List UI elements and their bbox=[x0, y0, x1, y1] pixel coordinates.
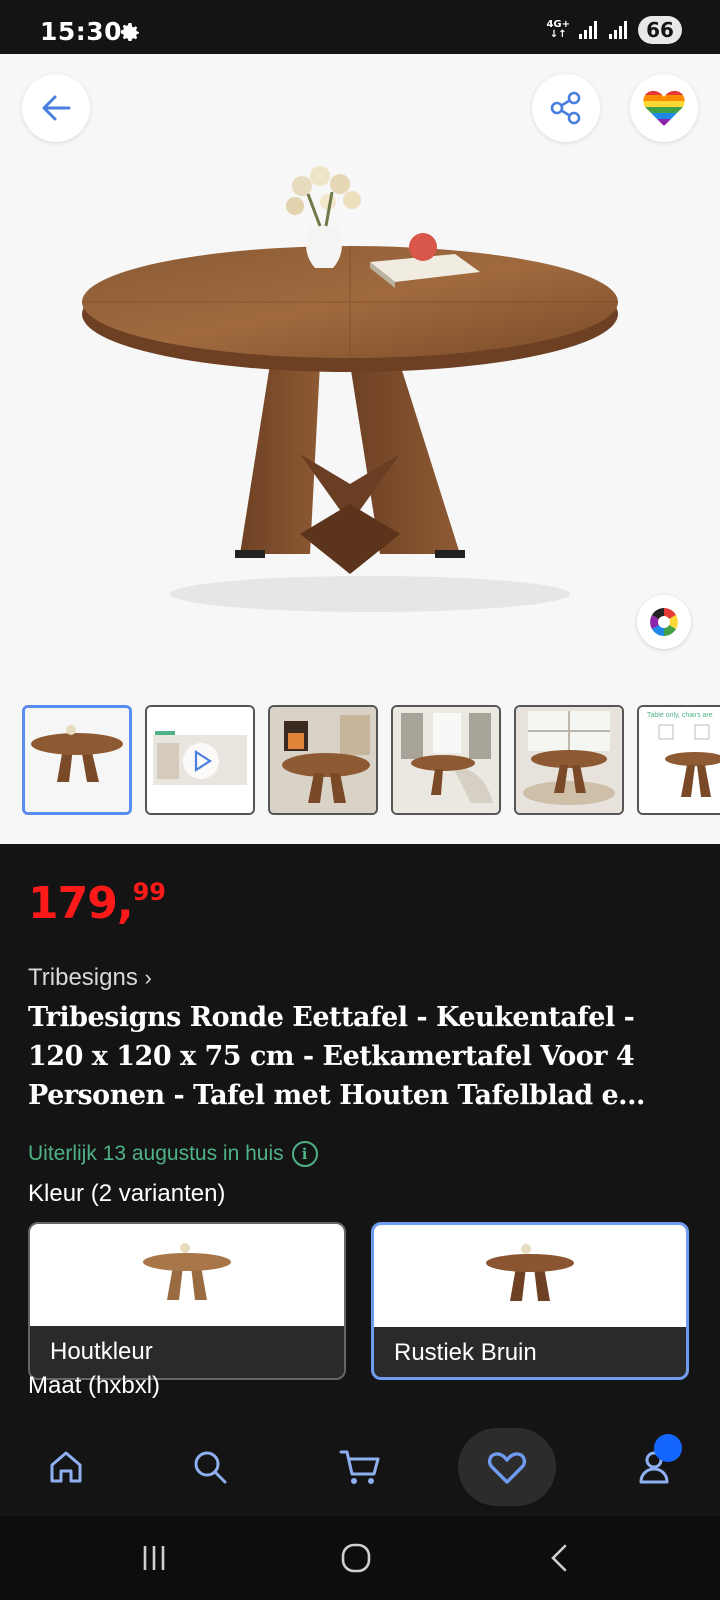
chevron-left-icon bbox=[551, 1544, 567, 1572]
price: 179,99 bbox=[28, 878, 166, 929]
cart-icon bbox=[339, 1450, 380, 1484]
thumbnail-video bbox=[147, 707, 253, 813]
variant-image bbox=[30, 1224, 344, 1326]
product-main-image[interactable] bbox=[70, 154, 650, 654]
thumbnail-dimensions: Table only, chairs are bbox=[639, 707, 720, 813]
status-time: 15:30 bbox=[40, 17, 123, 46]
color-wheel-icon bbox=[650, 608, 678, 636]
product-info: 179,99 Tribesigns › Tribesigns Ronde Eet… bbox=[0, 844, 720, 1434]
back-button[interactable] bbox=[22, 74, 90, 142]
nav-search[interactable] bbox=[170, 1432, 250, 1502]
nav-cart[interactable] bbox=[320, 1432, 400, 1502]
variant-image bbox=[374, 1225, 686, 1327]
price-main: 179, bbox=[28, 878, 134, 929]
thumbnail-dining-room bbox=[393, 707, 499, 813]
variant-label: Houtkleur bbox=[50, 1338, 153, 1365]
variant-rustiek-bruin[interactable]: Rustiek Bruin bbox=[371, 1222, 689, 1380]
delivery-text: Uiterlijk 13 augustus in huis bbox=[28, 1142, 284, 1165]
notification-badge bbox=[654, 1434, 682, 1462]
signal-icon bbox=[579, 21, 597, 39]
thumbnail-6[interactable]: Table only, chairs are bbox=[637, 705, 720, 815]
favorite-button[interactable] bbox=[630, 74, 698, 142]
size-label: Maat (hxbxl) bbox=[28, 1372, 161, 1399]
variant-houtkleur[interactable]: Houtkleur bbox=[28, 1222, 346, 1380]
thumbnail-1[interactable] bbox=[22, 705, 132, 815]
share-button[interactable] bbox=[532, 74, 600, 142]
system-back-button[interactable] bbox=[530, 1530, 590, 1586]
variant-label: Rustiek Bruin bbox=[394, 1339, 537, 1366]
arrow-left-icon bbox=[42, 95, 71, 121]
product-gallery: Table only, chairs are bbox=[0, 54, 720, 844]
thumbnail-dimensions-text: Table only, chairs are bbox=[647, 712, 713, 719]
thumbnail-5[interactable] bbox=[514, 705, 624, 815]
home-icon bbox=[50, 1451, 82, 1483]
product-title: Tribesigns Ronde Eettafel - Keukentafel … bbox=[28, 1002, 645, 1111]
thumbnail-4[interactable] bbox=[391, 705, 501, 815]
home-circle-icon bbox=[341, 1543, 371, 1573]
colour-label: Kleur (2 varianten) bbox=[28, 1180, 226, 1207]
thumbnail-table-photo bbox=[25, 708, 129, 812]
status-right: 4G+ ↓↑ 66 bbox=[546, 16, 682, 44]
thumbnail-window-room bbox=[516, 707, 622, 813]
chevron-right-icon: › bbox=[144, 965, 152, 990]
thumbnail-2-video[interactable] bbox=[145, 705, 255, 815]
rainbow-heart-icon bbox=[643, 90, 685, 126]
screen: 15:30 4G+ ↓↑ 66 Table only, chairs are 1… bbox=[0, 0, 720, 1600]
share-icon bbox=[550, 91, 581, 125]
price-cents: 99 bbox=[132, 878, 166, 906]
system-navigation bbox=[0, 1516, 720, 1600]
signal-icon-2 bbox=[609, 21, 627, 39]
brand-name: Tribesigns bbox=[28, 964, 138, 991]
nav-home[interactable] bbox=[26, 1432, 106, 1502]
nav-favorites[interactable] bbox=[467, 1432, 547, 1502]
recent-apps-icon bbox=[143, 1546, 165, 1570]
search-icon bbox=[194, 1451, 227, 1484]
bottom-navigation bbox=[0, 1424, 720, 1516]
variant-table-image bbox=[486, 1244, 574, 1301]
info-icon[interactable]: i bbox=[291, 1141, 318, 1167]
thumbnail-living-room bbox=[270, 707, 376, 813]
thumbnail-strip: Table only, chairs are bbox=[22, 705, 720, 817]
network-type: 4G+ ↓↑ bbox=[546, 19, 570, 40]
settings-gear-icon bbox=[121, 23, 139, 41]
delivery-info[interactable]: Uiterlijk 13 augustus in huis i bbox=[28, 1141, 318, 1167]
color-picker-button[interactable] bbox=[637, 595, 691, 649]
brand-link[interactable]: Tribesigns › bbox=[28, 964, 152, 992]
recent-apps-button[interactable] bbox=[124, 1530, 184, 1586]
heart-icon bbox=[487, 1452, 527, 1484]
thumbnail-3[interactable] bbox=[268, 705, 378, 815]
status-bar: 15:30 4G+ ↓↑ 66 bbox=[0, 0, 720, 54]
battery-indicator: 66 bbox=[638, 16, 682, 44]
variant-table-image bbox=[143, 1243, 231, 1300]
home-button[interactable] bbox=[326, 1530, 386, 1586]
